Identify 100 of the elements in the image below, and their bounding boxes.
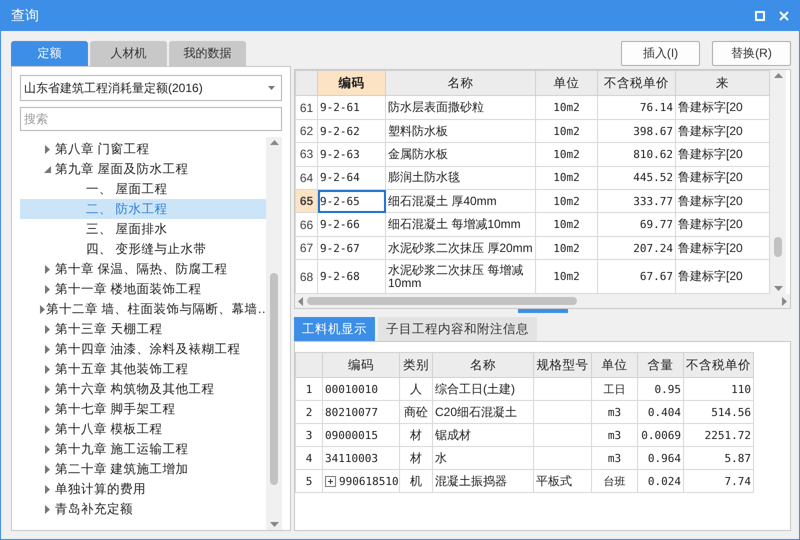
tree-item[interactable]: 青岛补充定额 xyxy=(20,499,266,519)
tree-item[interactable]: 第十二章 墙、柱面装饰与隔断、幕墙… xyxy=(20,299,266,319)
table-cell: 鲁建标字[20 xyxy=(676,96,770,120)
tree-item[interactable]: 第十章 保温、隔热、防腐工程 xyxy=(20,259,266,279)
tab[interactable]: 子目工程内容和附注信息 xyxy=(378,317,537,341)
expand-triangle-icon[interactable] xyxy=(44,444,50,454)
table-cell: 9-2-66 xyxy=(318,212,386,236)
table-scrollbar[interactable] xyxy=(770,70,786,294)
table-cell: 鲁建标字[20 xyxy=(676,190,770,213)
column-header[interactable]: 来 xyxy=(676,70,770,96)
action-button[interactable]: 替换(R) xyxy=(712,41,791,66)
scroll-thumb[interactable] xyxy=(774,237,782,257)
scroll-thumb[interactable] xyxy=(270,272,278,484)
table-cell: 445.52 xyxy=(598,166,676,190)
expand-triangle-icon[interactable] xyxy=(44,484,50,494)
action-button[interactable]: 插入(I) xyxy=(621,41,700,66)
tree-item[interactable]: 三、 屋面排水 xyxy=(20,219,266,239)
scroll-up-icon[interactable] xyxy=(774,73,782,78)
table-cell xyxy=(534,400,592,424)
table-cell: 9-2-64 xyxy=(318,166,386,190)
expand-triangle-icon[interactable] xyxy=(44,464,50,474)
tree-item[interactable]: 四、 变形缝与止水带 xyxy=(20,239,266,259)
expand-triangle-icon[interactable] xyxy=(44,284,50,294)
table-cell: 10m2 xyxy=(536,142,598,166)
scroll-thumb[interactable] xyxy=(307,297,577,305)
expand-triangle-icon[interactable] xyxy=(40,304,45,314)
quota-dropdown[interactable]: 山东省建筑工程消耗量定额(2016) xyxy=(20,75,282,101)
row-number[interactable]: 63 xyxy=(296,142,318,166)
table-cell: 9-2-62 xyxy=(318,119,386,143)
tab[interactable]: 我的数据 xyxy=(169,41,246,66)
dropdown-caret-icon[interactable] xyxy=(268,86,275,90)
scroll-right-icon[interactable] xyxy=(782,296,787,306)
tree-item[interactable]: 第十四章 油漆、涂料及裱糊工程 xyxy=(20,339,266,359)
row-number: 3 xyxy=(296,424,322,446)
collapse-triangle-icon[interactable] xyxy=(44,166,50,172)
table-cell: 金属防水板 xyxy=(386,142,536,166)
row-number[interactable]: 66 xyxy=(296,212,318,236)
table-cell: m3 xyxy=(592,424,638,446)
table-cell: 商砼 xyxy=(400,400,432,424)
tree-item[interactable]: 一、 屋面工程 xyxy=(20,179,266,199)
column-header[interactable]: 不含税单价 xyxy=(598,70,676,96)
expand-triangle-icon[interactable] xyxy=(44,264,50,274)
table-cell: 材 xyxy=(400,424,432,446)
tree-item[interactable]: 第十九章 施工运输工程 xyxy=(20,439,266,459)
table-cell: 10m2 xyxy=(536,166,598,190)
tree-item[interactable]: 第十一章 楼地面装饰工程 xyxy=(20,279,266,299)
row-number[interactable]: 62 xyxy=(296,119,318,143)
row-number[interactable]: 64 xyxy=(296,166,318,190)
expand-triangle-icon[interactable] xyxy=(44,144,50,154)
row-number[interactable]: 65 xyxy=(296,190,318,213)
column-header[interactable]: 编码 xyxy=(318,70,386,96)
row-number[interactable]: 68 xyxy=(296,260,318,294)
expand-triangle-icon[interactable] xyxy=(44,364,50,374)
tree-item[interactable]: 第九章 屋面及防水工程 xyxy=(20,159,266,179)
table-cell: 76.14 xyxy=(598,96,676,120)
row-number: 2 xyxy=(296,400,322,424)
tree-item[interactable]: 第十八章 模板工程 xyxy=(20,419,266,439)
expand-plus-icon[interactable] xyxy=(325,476,336,487)
tree-item[interactable]: 第十三章 天棚工程 xyxy=(20,319,266,339)
expand-triangle-icon[interactable] xyxy=(44,504,50,514)
close-icon[interactable] xyxy=(779,11,789,21)
search-field[interactable]: 搜索 xyxy=(20,107,282,131)
table-cell: 09000015 xyxy=(322,424,400,446)
table-cell xyxy=(534,424,592,446)
scroll-down-icon[interactable] xyxy=(270,522,278,527)
column-header: 名称 xyxy=(432,352,534,378)
horizontal-scrollbar[interactable] xyxy=(295,294,790,308)
tree-item[interactable]: 第二十章 建筑施工增加 xyxy=(20,459,266,479)
tree-item[interactable]: 第十六章 构筑物及其他工程 xyxy=(20,379,266,399)
column-header[interactable]: 名称 xyxy=(386,70,536,96)
tree-item[interactable]: 单独计算的费用 xyxy=(20,479,266,499)
column-header: 含量 xyxy=(638,352,684,378)
expand-triangle-icon[interactable] xyxy=(44,324,50,334)
table-cell: 10m2 xyxy=(536,190,598,213)
expand-triangle-icon[interactable] xyxy=(44,404,50,414)
tab[interactable]: 人材机 xyxy=(90,41,167,66)
table-cell: 514.56 xyxy=(684,400,754,424)
scroll-down-icon[interactable] xyxy=(774,286,782,291)
maximize-icon[interactable] xyxy=(755,11,765,21)
scroll-up-icon[interactable] xyxy=(270,140,278,145)
tree-item[interactable]: 第八章 门窗工程 xyxy=(20,139,266,159)
table-cell: 5.87 xyxy=(684,446,754,470)
expand-triangle-icon[interactable] xyxy=(44,384,50,394)
tree-item[interactable]: 第十五章 其他装饰工程 xyxy=(20,359,266,379)
scroll-left-icon[interactable] xyxy=(298,296,303,306)
expand-triangle-icon[interactable] xyxy=(44,344,50,354)
table-cell: 水 xyxy=(432,446,534,470)
window-title: 查询 xyxy=(11,7,40,25)
tree-scrollbar[interactable] xyxy=(266,137,282,530)
table-cell: 7.74 xyxy=(684,470,754,492)
table-cell: 锯成材 xyxy=(432,424,534,446)
column-header: 不含税单价 xyxy=(684,352,754,378)
table-cell: 0.964 xyxy=(638,446,684,470)
row-number[interactable]: 61 xyxy=(296,96,318,120)
row-number[interactable]: 67 xyxy=(296,236,318,260)
expand-triangle-icon[interactable] xyxy=(44,424,50,434)
tree-item[interactable]: 第十七章 脚手架工程 xyxy=(20,399,266,419)
splitter-handle[interactable] xyxy=(518,309,568,313)
column-header[interactable]: 单位 xyxy=(536,70,598,96)
table-cell: 10m2 xyxy=(536,212,598,236)
